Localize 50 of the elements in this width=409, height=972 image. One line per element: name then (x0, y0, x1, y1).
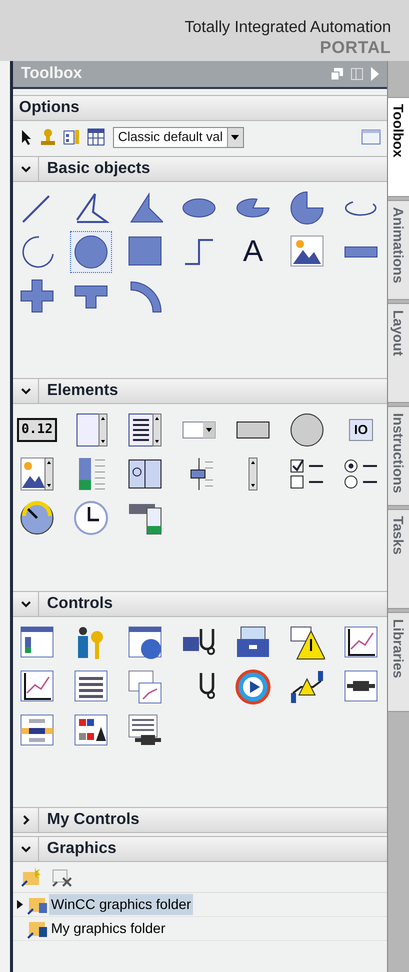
section-header[interactable]: My Controls (13, 807, 387, 833)
chevron-right-icon[interactable] (20, 815, 30, 825)
cross-pipe-icon[interactable] (19, 278, 55, 314)
chevron-down-icon[interactable] (20, 844, 30, 854)
round-button-icon[interactable] (289, 412, 325, 448)
section-title: My Controls (46, 810, 140, 830)
folder-item[interactable]: WinCC graphics folder (13, 893, 387, 917)
gauge-icon[interactable] (19, 500, 55, 536)
chevron-down-icon[interactable] (20, 386, 30, 396)
section-title: Graphics (46, 839, 116, 859)
product-subtitle: PORTAL (320, 38, 391, 58)
folder-item[interactable]: My graphics folder (13, 917, 387, 941)
side-tab[interactable]: Tasks (388, 509, 409, 609)
stamp-icon[interactable] (39, 128, 57, 146)
section-header[interactable]: Basic objects (13, 156, 387, 182)
new-folder-icon[interactable] (21, 866, 43, 888)
options-title: Options (19, 98, 80, 118)
side-tab[interactable]: Layout (388, 303, 409, 403)
table-icon[interactable] (87, 128, 105, 146)
section-header[interactable]: Controls (13, 591, 387, 617)
clock-icon[interactable] (73, 500, 109, 536)
section-header[interactable]: Graphics (13, 836, 387, 862)
properties-icon[interactable] (63, 128, 81, 146)
expand-icon[interactable] (17, 900, 23, 909)
folder-label: WinCC graphics folder (49, 894, 194, 915)
pointer-icon[interactable] (19, 129, 33, 145)
picture-list-icon[interactable] (19, 456, 55, 492)
chevron-down-icon[interactable] (20, 599, 30, 609)
network-warning-icon[interactable] (289, 669, 325, 705)
side-tab[interactable]: Toolbox (388, 97, 409, 197)
text-tool[interactable]: A (233, 232, 273, 272)
folder-label: My graphics folder (50, 919, 166, 938)
side-tab[interactable]: Libraries (388, 612, 409, 712)
play-icon[interactable] (235, 669, 271, 705)
section-title: Controls (46, 594, 113, 614)
side-tab[interactable]: Instructions (388, 406, 409, 506)
section-title: Elements (46, 381, 118, 401)
circle-icon[interactable] (73, 234, 109, 270)
style-dropdown[interactable]: Classic default val (113, 126, 244, 148)
field-tool[interactable]: IO (341, 410, 381, 450)
list-box-icon[interactable] (127, 412, 163, 448)
dropdown-arrow-icon[interactable] (231, 134, 240, 140)
panel-title: Toolbox (21, 64, 84, 84)
section-title: Basic objects (46, 159, 150, 179)
window-icon[interactable] (361, 129, 381, 145)
chevron-down-icon[interactable] (20, 164, 30, 174)
section-header[interactable]: Elements (13, 378, 387, 404)
pie-icon[interactable] (289, 190, 325, 226)
product-title: Totally Integrated Automation (184, 18, 391, 38)
side-tab[interactable]: Animations (388, 200, 409, 300)
